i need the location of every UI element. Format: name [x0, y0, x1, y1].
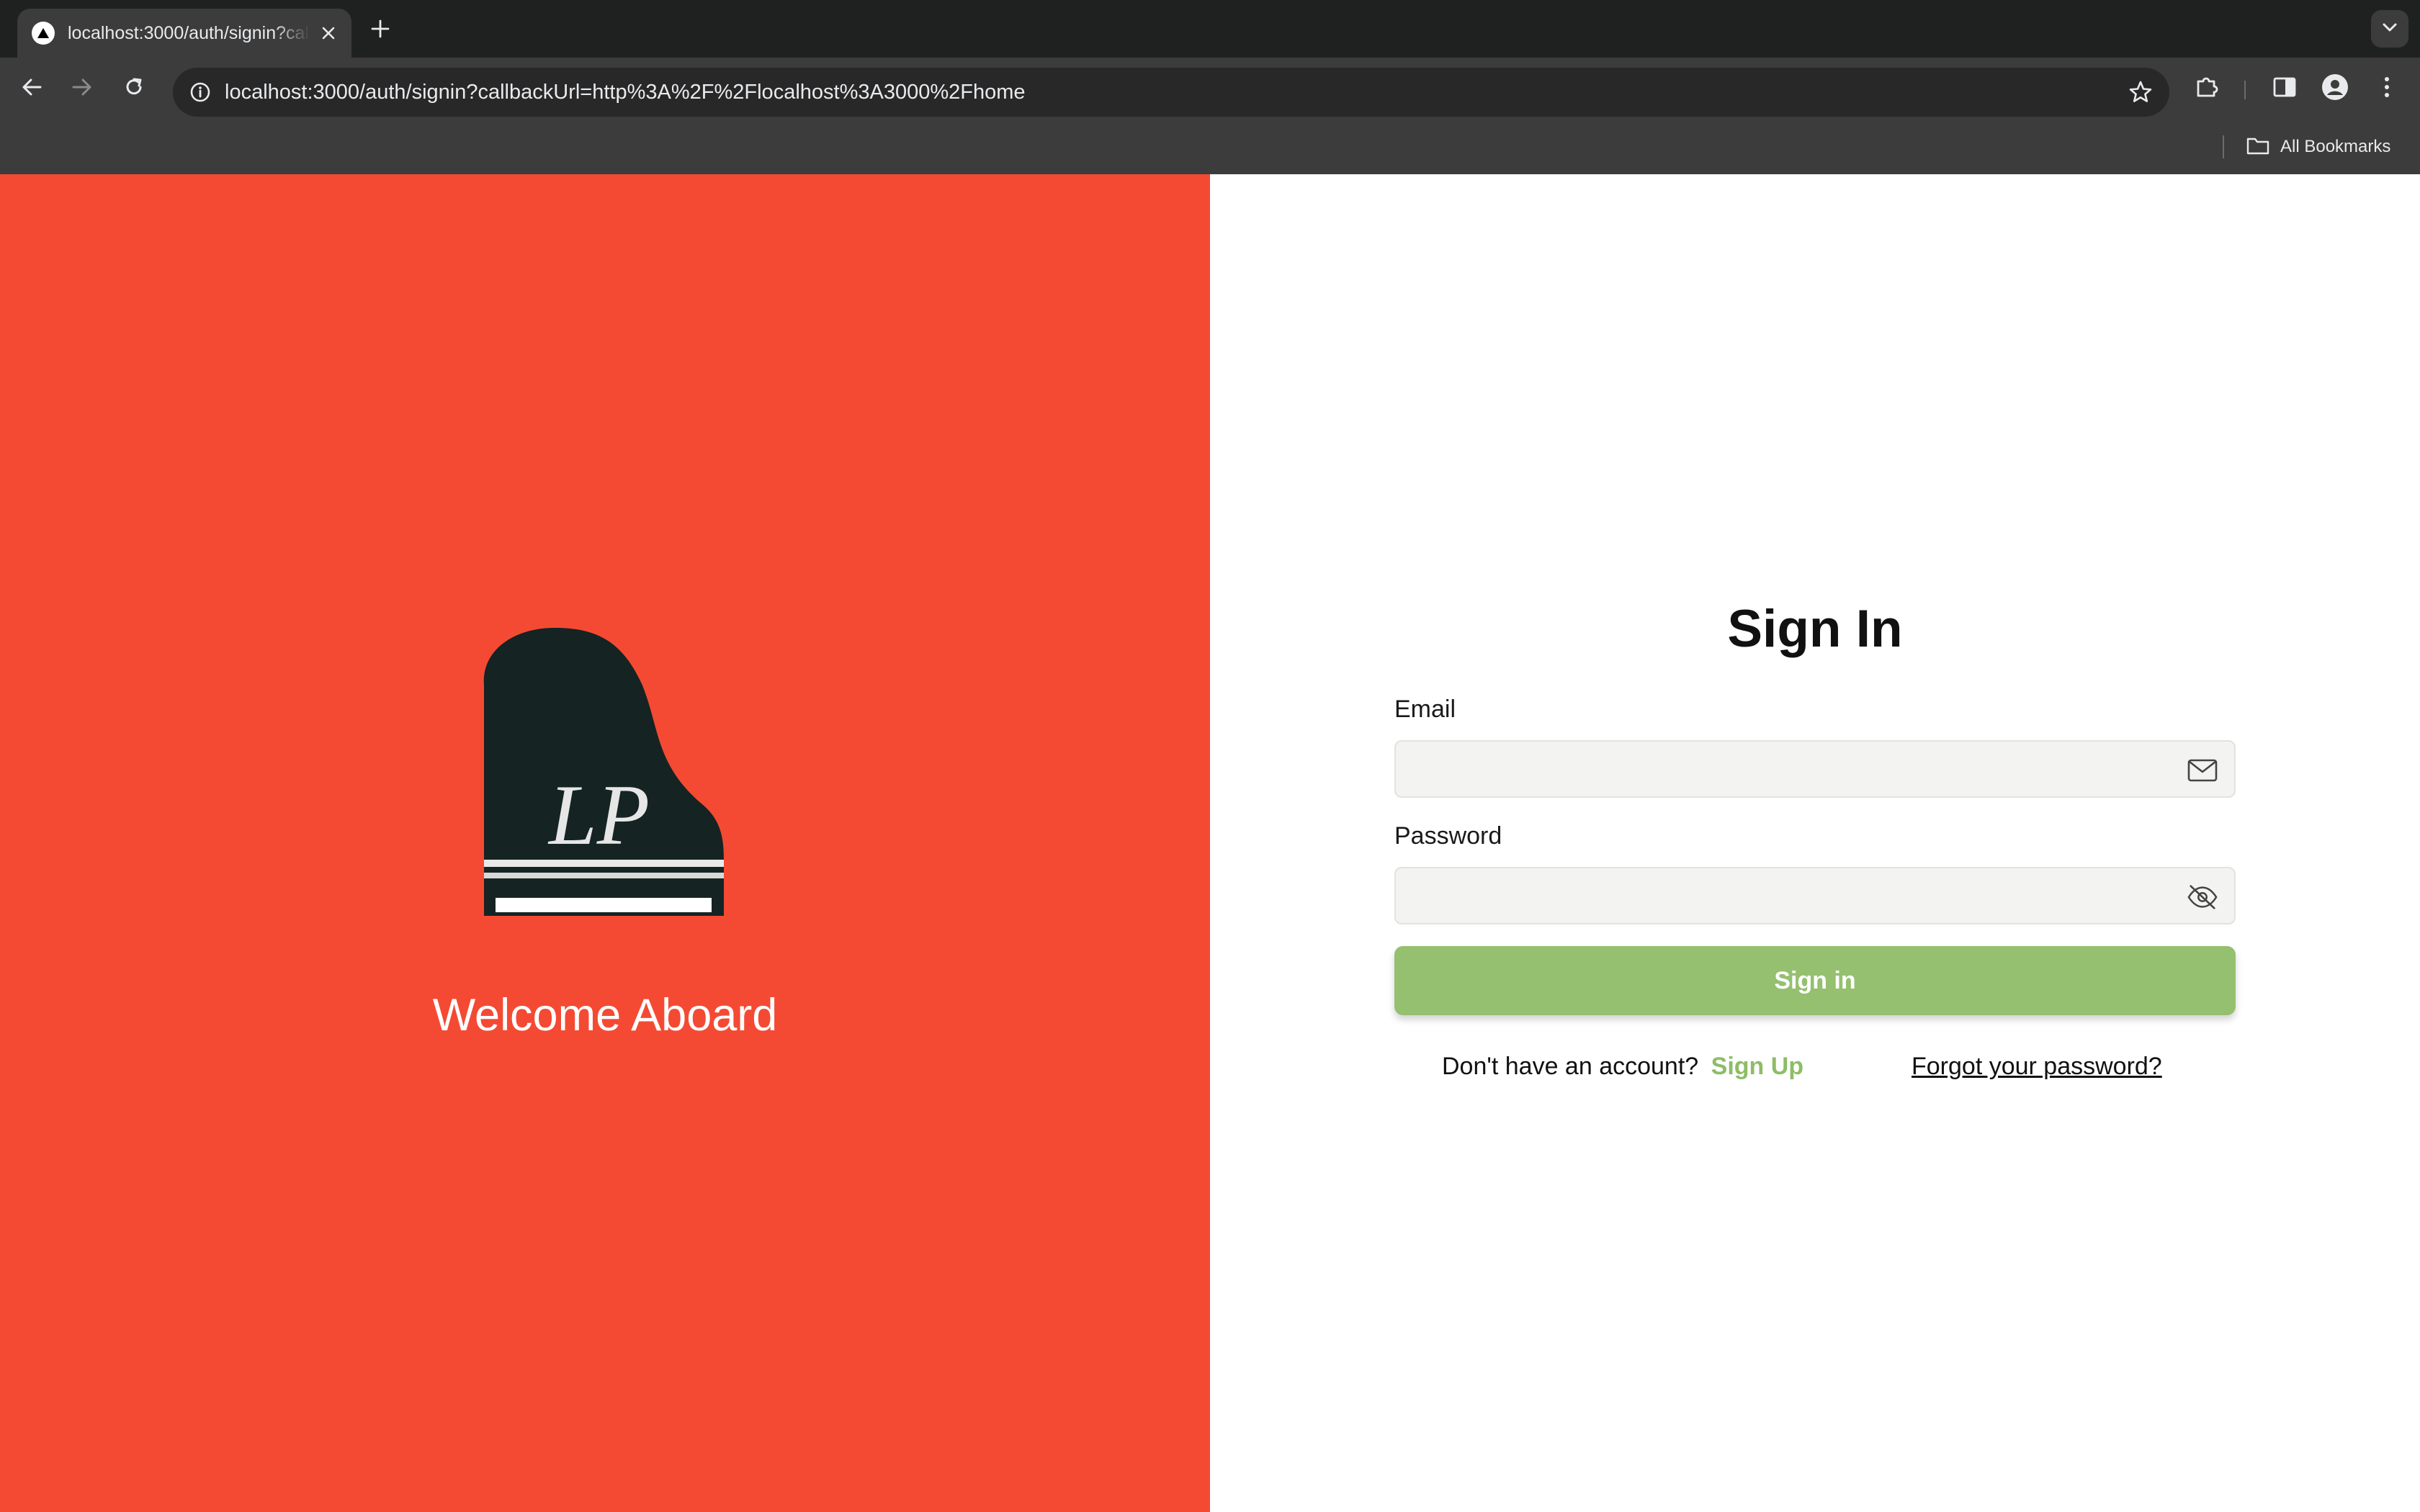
forward-button[interactable]	[66, 73, 98, 104]
address-bar[interactable]: localhost:3000/auth/signin?callbackUrl=h…	[173, 68, 2169, 117]
email-label: Email	[1394, 696, 1456, 723]
browser-toolbar: localhost:3000/auth/signin?callbackUrl=h…	[0, 58, 2420, 120]
menu-button[interactable]	[2371, 73, 2403, 104]
folder-icon	[2246, 135, 2270, 159]
reload-icon	[123, 76, 145, 102]
back-button[interactable]	[16, 73, 48, 104]
all-bookmarks-label: All Bookmarks	[2280, 137, 2391, 156]
all-bookmarks-button[interactable]: All Bookmarks	[2246, 131, 2390, 163]
chevron-down-icon	[2381, 22, 2398, 37]
no-account-prompt: Don't have an account? Sign Up	[1442, 1053, 1803, 1081]
star-icon[interactable]	[2126, 78, 2155, 107]
extensions-button[interactable]	[2191, 73, 2223, 104]
arrow-right-icon	[71, 77, 93, 101]
new-tab-button[interactable]	[366, 14, 395, 43]
triangle-icon	[32, 22, 55, 45]
tab-search-button[interactable]	[2371, 10, 2408, 48]
close-icon[interactable]	[315, 20, 341, 46]
more-vert-icon	[2383, 76, 2390, 102]
no-account-text: Don't have an account?	[1442, 1053, 1699, 1080]
toolbar-divider	[2244, 81, 2246, 99]
email-field-wrapper	[1394, 740, 2236, 798]
bookmarks-divider	[2223, 135, 2224, 158]
reload-button[interactable]	[118, 73, 150, 104]
password-field[interactable]	[1396, 868, 2234, 923]
forgot-password-link[interactable]: Forgot your password?	[1912, 1053, 2162, 1081]
signin-panel: Sign In Email Password Sign in Don't hav…	[1210, 174, 2420, 1512]
email-field[interactable]	[1396, 742, 2234, 796]
profile-button[interactable]	[2319, 73, 2351, 104]
side-panel-icon	[2272, 76, 2297, 102]
side-panel-button[interactable]	[2269, 73, 2300, 104]
mail-icon	[2187, 755, 2218, 786]
tab-title: localhost:3000/auth/signin?callbackUrl=h…	[68, 22, 310, 43]
password-field-wrapper	[1394, 867, 2236, 924]
avatar-icon	[2321, 73, 2349, 104]
bookmarks-bar: All Bookmarks	[0, 120, 2420, 174]
brand-panel: LP Welcome Aboard	[0, 174, 1210, 1512]
signup-link[interactable]: Sign Up	[1711, 1053, 1803, 1080]
url-text: localhost:3000/auth/signin?callbackUrl=h…	[225, 80, 1026, 104]
welcome-text: Welcome Aboard	[432, 990, 778, 1040]
browser-tab[interactable]: localhost:3000/auth/signin?callbackUrl=h…	[17, 9, 351, 58]
signin-footer: Don't have an account? Sign Up Forgot yo…	[1394, 1053, 2236, 1087]
page-title: Sign In	[1727, 600, 1903, 658]
password-label: Password	[1394, 822, 1502, 850]
signin-button[interactable]: Sign in	[1394, 946, 2236, 1015]
tab-strip: localhost:3000/auth/signin?callbackUrl=h…	[0, 0, 2420, 58]
arrow-left-icon	[21, 77, 42, 101]
info-icon[interactable]	[186, 78, 215, 107]
puzzle-icon	[2194, 74, 2220, 104]
logo-text: LP	[547, 767, 650, 863]
eye-off-icon[interactable]	[2187, 881, 2218, 913]
